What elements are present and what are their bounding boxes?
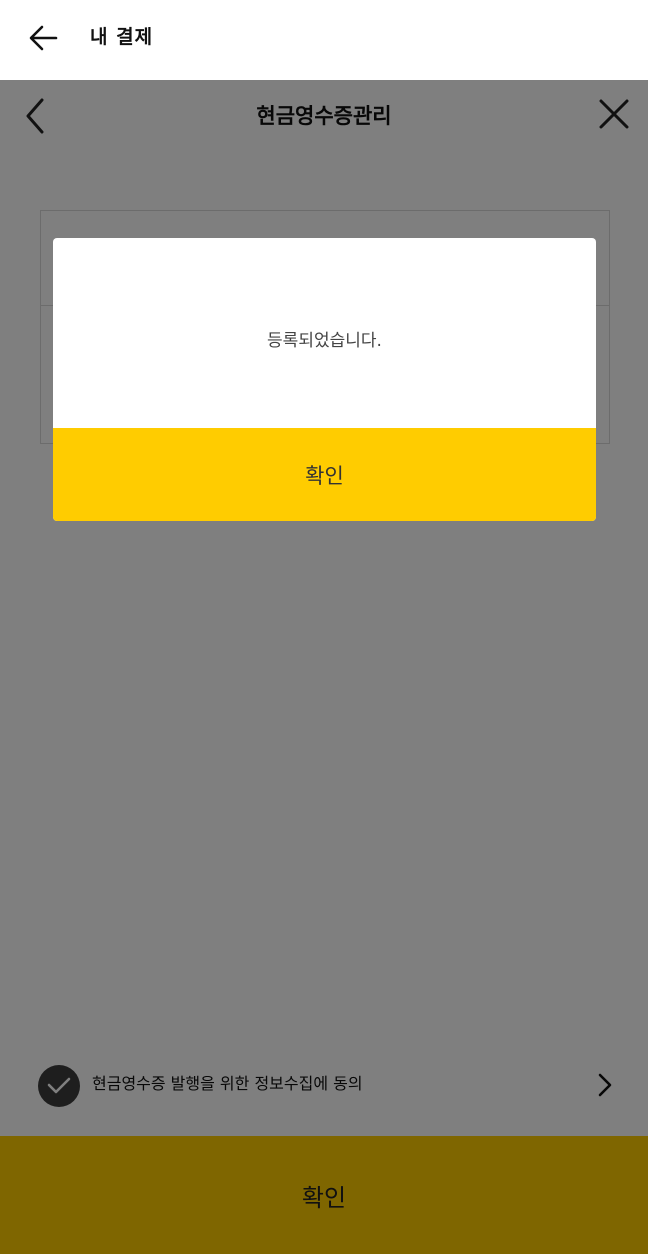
app-bar-title: 내 결제 [90,26,154,48]
alert-dialog: 등록되었습니다. 확인 [53,238,596,521]
app-bar: 내 결제 [0,0,648,80]
arrow-left-icon[interactable] [26,20,62,56]
dialog-message: 등록되었습니다. [267,331,382,351]
dialog-ok-button[interactable]: 확인 [53,428,596,521]
cash-receipt-page: 현금영수증관리 현금영수증 발행을 위한 정보수집에 동의 확인 등록되었습니다… [0,80,648,1254]
